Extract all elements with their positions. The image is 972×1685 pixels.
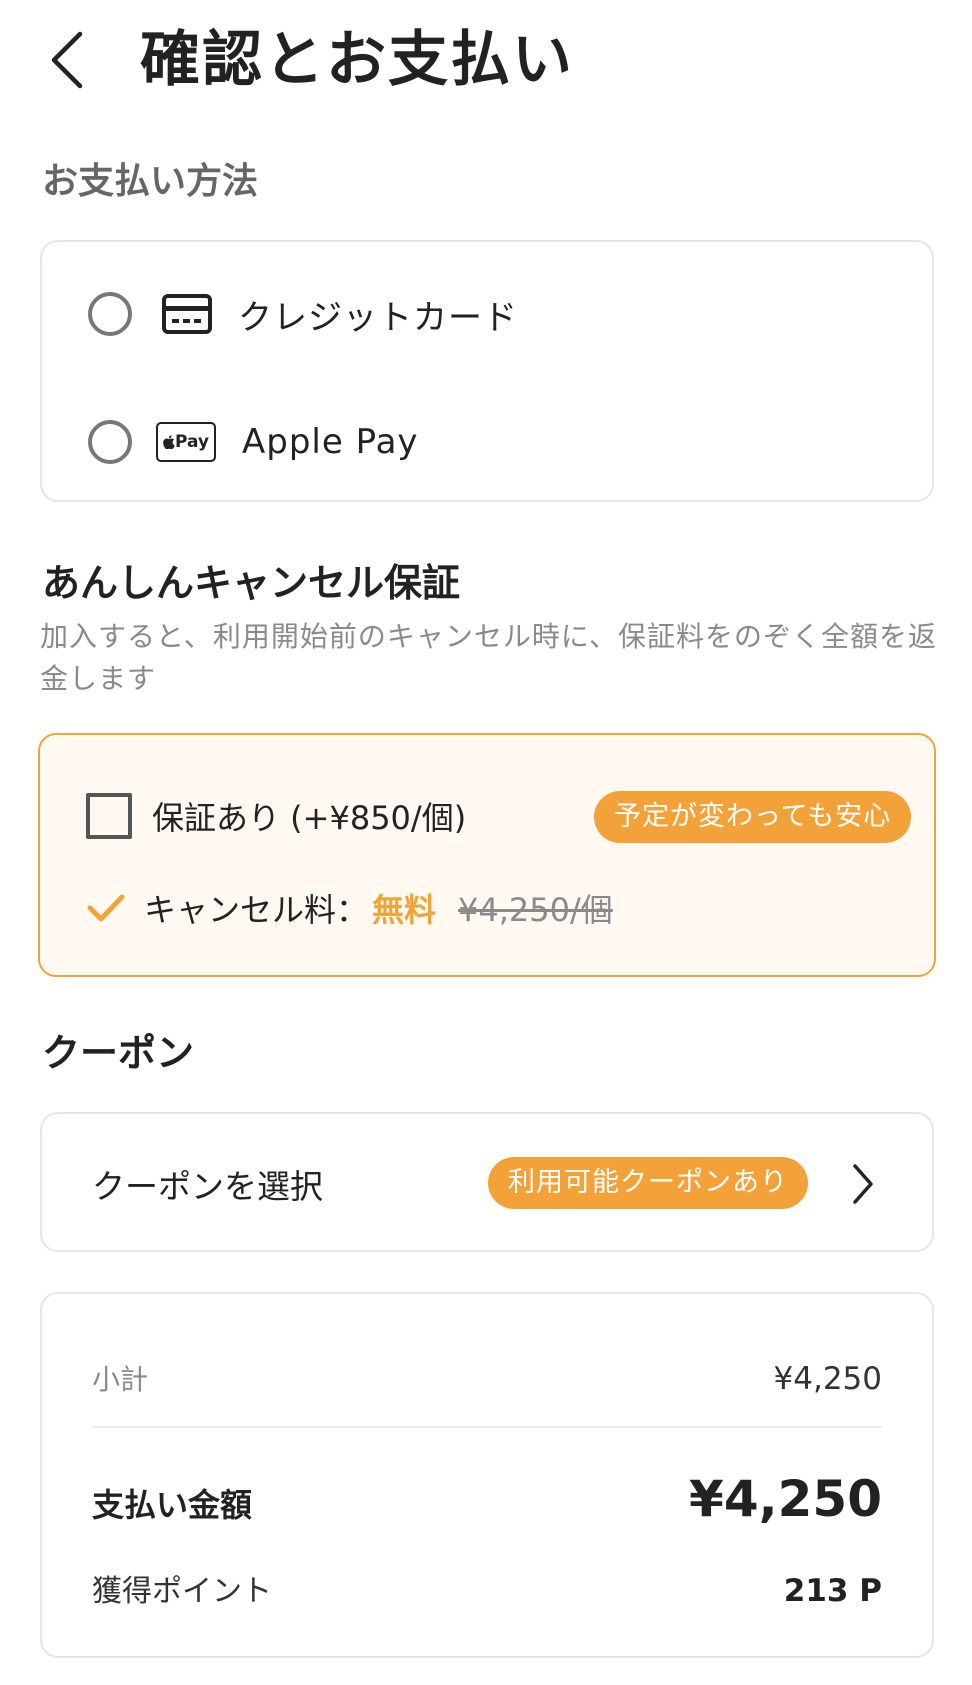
total-label: 支払い金額 <box>92 1486 253 1524</box>
coupon-section-title: クーポン <box>42 1031 195 1075</box>
total-value: ¥4,250 <box>689 1470 882 1528</box>
cancel-fee-value: 無料 <box>372 891 437 929</box>
credit-card-label: クレジットカード <box>238 297 518 338</box>
subtotal-row: 小計 ¥4,250 <box>92 1358 882 1398</box>
credit-card-radio[interactable] <box>88 292 132 336</box>
points-row: 獲得ポイント 213 P <box>92 1566 882 1610</box>
guarantee-checkbox[interactable] <box>86 793 132 839</box>
apple-logo-icon <box>163 435 175 449</box>
back-button[interactable] <box>44 28 100 92</box>
guarantee-section-title: あんしんキャンセル保証 <box>42 561 461 605</box>
header: 確認とお支払い <box>0 0 972 130</box>
cancel-fee-label: キャンセル料： <box>144 891 369 929</box>
apple-pay-label: Apple Pay <box>242 422 419 462</box>
guarantee-description: 加入すると、利用開始前のキャンセル時に、保証料をのぞく全額を返金します <box>40 620 938 695</box>
cancel-fee-original: ¥4,250/個 <box>458 891 613 929</box>
subtotal-label: 小計 <box>92 1363 149 1396</box>
subtotal-value: ¥4,250 <box>773 1361 882 1397</box>
coupon-available-badge: 利用可能クーポンあり <box>488 1157 808 1209</box>
coupon-select-label: クーポンを選択 <box>92 1167 323 1206</box>
chevron-left-icon <box>51 31 83 89</box>
payment-summary-card: 小計 ¥4,250 支払い金額 ¥4,250 獲得ポイント 213 P <box>40 1292 934 1658</box>
payment-method-card: クレジットカード Pay Apple Pay <box>40 240 934 502</box>
coupon-select-button[interactable]: クーポンを選択 利用可能クーポンあり <box>40 1112 934 1252</box>
credit-card-icon <box>162 294 212 334</box>
chevron-right-icon <box>853 1164 873 1204</box>
points-value: 213 P <box>783 1573 882 1609</box>
summary-divider <box>92 1426 882 1428</box>
payment-option-credit-card[interactable]: クレジットカード <box>88 279 888 349</box>
page-title: 確認とお支払い <box>140 25 574 95</box>
guarantee-badge: 予定が変わっても安心 <box>594 791 912 843</box>
cancel-fee-row: キャンセル料： 無料 ¥4,250/個 <box>86 885 613 931</box>
total-row: 支払い金額 ¥4,250 <box>92 1470 882 1528</box>
guarantee-option-label: 保証あり (+¥850/個) <box>152 799 467 837</box>
guarantee-card: 保証あり (+¥850/個) 予定が変わっても安心 キャンセル料： 無料 ¥4,… <box>38 733 936 977</box>
payment-method-section-label: お支払い方法 <box>42 161 259 202</box>
payment-option-apple-pay[interactable]: Pay Apple Pay <box>88 407 888 477</box>
guarantee-option[interactable]: 保証あり (+¥850/個) <box>86 793 466 839</box>
apple-pay-radio[interactable] <box>88 420 132 464</box>
apple-pay-icon: Pay <box>156 422 216 462</box>
points-label: 獲得ポイント <box>92 1574 272 1609</box>
check-icon <box>87 894 125 922</box>
apple-pay-icon-text: Pay <box>174 432 210 452</box>
